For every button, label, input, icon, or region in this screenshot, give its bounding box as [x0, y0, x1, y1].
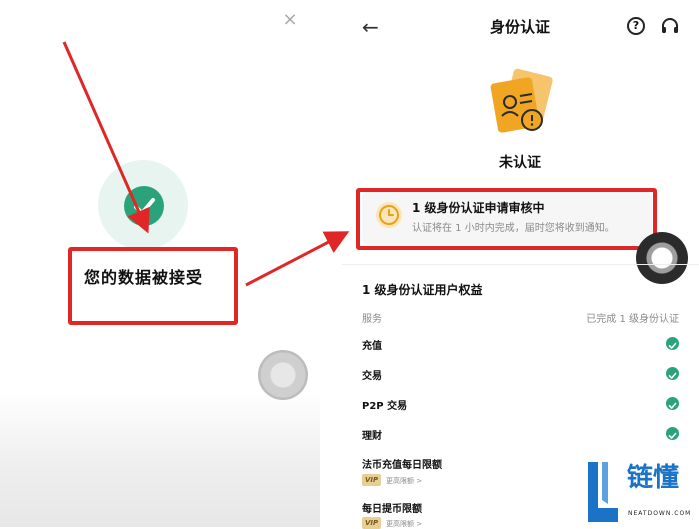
watermark-domain: NEATDOWN.COM — [628, 510, 692, 517]
annotation-arrows — [62, 41, 350, 287]
arrow-to-accepted — [62, 41, 150, 234]
watermark-logo-icon — [584, 460, 622, 524]
watermark-text: 链懂 — [627, 463, 680, 493]
arrow-to-review — [245, 231, 350, 287]
